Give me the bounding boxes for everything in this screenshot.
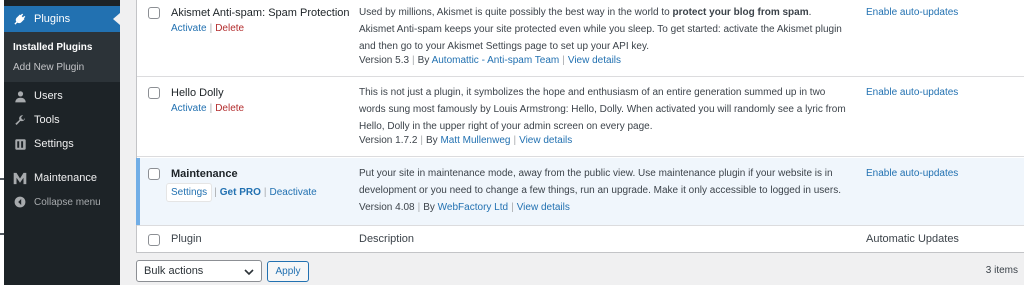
row-actions: Settings | Get PRO | Deactivate xyxy=(167,184,317,201)
author-link[interactable]: WebFactory Ltd xyxy=(438,202,508,213)
table-footer: Plugin Description Automatic Updates xyxy=(137,227,1024,253)
apply-button[interactable]: Apply xyxy=(267,261,309,282)
description-text: Used by millions, Akismet is quite possi… xyxy=(359,7,673,18)
activate-link[interactable]: Activate xyxy=(171,23,207,34)
plugin-name: Hello Dolly xyxy=(171,87,224,99)
sidebar-item-label: Settings xyxy=(34,138,74,150)
row-checkbox[interactable] xyxy=(148,7,160,19)
column-description: Description xyxy=(359,233,415,245)
plugin-description: Used by millions, Akismet is quite possi… xyxy=(359,4,847,55)
by-label: By xyxy=(423,202,435,213)
sidebar-item-label: Collapse menu xyxy=(34,196,101,208)
plugin-description: This is not just a plugin, it symbolizes… xyxy=(359,87,846,132)
wrench-icon xyxy=(12,112,28,128)
collapse-icon xyxy=(12,194,28,210)
users-icon xyxy=(12,88,28,104)
plugin-version: Version 4.08 xyxy=(359,202,415,213)
select-all-checkbox[interactable] xyxy=(148,234,160,246)
by-label: By xyxy=(417,55,430,66)
sidebar-item-label: Plugins xyxy=(34,13,71,25)
chevron-down-icon xyxy=(244,267,254,279)
plugin-meta: Version 4.08 | By WebFactory Ltd | View deta… xyxy=(359,202,570,213)
plugins-table: Akismet Anti-spam: Spam Protection Activ… xyxy=(136,0,1024,253)
sidebar-item-label: Tools xyxy=(34,114,60,126)
plugin-description: Put your site in maintenance mode, away … xyxy=(359,168,841,196)
author-link[interactable]: Matt Mullenweg xyxy=(440,135,510,146)
collapse-menu-button[interactable]: Collapse menu xyxy=(4,191,120,213)
plugin-meta: Version 1.7.2 | By Matt Mullenweg | View det… xyxy=(359,135,573,146)
view-details-link[interactable]: View details xyxy=(517,202,570,213)
sidebar-item-plugins[interactable]: Plugins xyxy=(4,6,120,32)
bulk-actions-value: Bulk actions xyxy=(144,265,204,277)
column-automatic-updates: Automatic Updates xyxy=(866,233,959,245)
active-indicator xyxy=(136,158,140,225)
bulk-actions-select[interactable]: Bulk actions xyxy=(136,260,262,282)
settings-link[interactable]: Settings xyxy=(167,184,212,201)
get-pro-link[interactable]: Get PRO xyxy=(220,187,261,198)
row-actions: Activate | Delete xyxy=(171,23,245,34)
sidebar-item-tools[interactable]: Tools xyxy=(4,109,120,131)
submenu-installed-plugins[interactable]: Installed Plugins xyxy=(13,42,92,53)
sidebar-item-label: Maintenance xyxy=(34,172,97,184)
sidebar-item-settings[interactable]: Settings xyxy=(4,133,120,155)
maintenance-logo-icon xyxy=(12,170,28,186)
sidebar-item-maintenance[interactable]: Maintenance xyxy=(4,167,120,189)
view-details-link[interactable]: View details xyxy=(568,55,621,66)
plugin-icon xyxy=(12,11,28,27)
admin-sidebar: Plugins Installed Plugins Add New Plugin… xyxy=(4,0,120,285)
description-bold: protect your blog from spam xyxy=(672,7,809,18)
enable-auto-updates-link[interactable]: Enable auto-updates xyxy=(866,87,958,98)
plugin-name: Akismet Anti-spam: Spam Protection xyxy=(171,7,350,19)
sidebar-item-label: Users xyxy=(34,90,63,102)
delete-link[interactable]: Delete xyxy=(215,23,244,34)
plugins-submenu: Installed Plugins Add New Plugin xyxy=(4,32,120,82)
plugin-meta: Version 5.3 | By Automattic - Anti-spam Te… xyxy=(359,55,622,66)
activate-link[interactable]: Activate xyxy=(171,103,207,114)
deactivate-link[interactable]: Deactivate xyxy=(269,187,316,198)
delete-link[interactable]: Delete xyxy=(215,103,244,114)
by-label: By xyxy=(425,135,438,146)
table-row: Akismet Anti-spam: Spam Protection Activ… xyxy=(137,0,1024,77)
column-plugin[interactable]: Plugin xyxy=(171,233,202,245)
enable-auto-updates-link[interactable]: Enable auto-updates xyxy=(866,7,958,18)
row-actions: Activate | Delete xyxy=(171,103,245,114)
item-count: 3 items xyxy=(985,265,1018,276)
settings-icon xyxy=(12,136,28,152)
view-details-link[interactable]: View details xyxy=(519,135,572,146)
plugin-name: Maintenance xyxy=(171,168,238,180)
submenu-add-new-plugin[interactable]: Add New Plugin xyxy=(13,62,84,73)
table-row: Hello Dolly Activate | Delete This is not … xyxy=(137,78,1024,157)
author-link[interactable]: Automattic - Anti-spam Team xyxy=(432,55,560,66)
enable-auto-updates-link[interactable]: Enable auto-updates xyxy=(866,168,958,179)
plugin-version: Version 5.3 xyxy=(359,55,410,66)
table-row-active: Maintenance Settings | Get PRO | Deactivate … xyxy=(136,158,1024,226)
sidebar-item-users[interactable]: Users xyxy=(4,85,120,107)
row-checkbox[interactable] xyxy=(148,168,160,180)
plugin-version: Version 1.7.2 xyxy=(359,135,418,146)
row-checkbox[interactable] xyxy=(148,87,160,99)
